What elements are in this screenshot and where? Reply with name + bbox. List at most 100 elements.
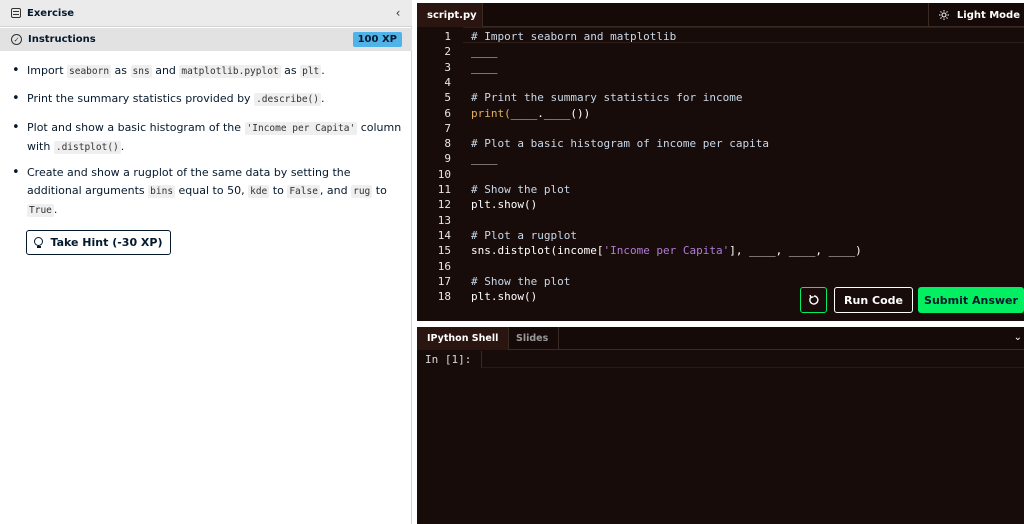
code-token: plt.show(): [471, 290, 538, 304]
code-token: # Import seaborn and matplotlib: [471, 30, 677, 43]
line-number: 2: [444, 45, 451, 59]
instruction-text: to: [269, 184, 288, 197]
instruction-text: and: [151, 64, 180, 77]
lightbulb-icon: [34, 236, 44, 249]
code-line[interactable]: ____: [471, 44, 498, 59]
inline-code: True: [27, 204, 54, 217]
chevron-down-icon[interactable]: ⌄: [1014, 332, 1022, 343]
line-number: 4: [444, 75, 451, 89]
line-number: 8: [444, 137, 451, 151]
line-number: 15: [437, 244, 451, 258]
line-number: 18: [437, 290, 451, 304]
ipython-shell: IPython Shell Slides ⌄ In [1]:: [417, 327, 1024, 524]
line-number: 14: [437, 228, 451, 242]
line-number: 13: [437, 213, 451, 227]
line-number: 1: [444, 30, 451, 43]
code-line[interactable]: print(____.____()): [471, 106, 590, 121]
code-line[interactable]: # Show the plot: [471, 182, 570, 197]
run-code-button[interactable]: Run Code: [834, 287, 913, 313]
inline-code: seaborn: [67, 65, 112, 78]
tab-ipython-shell[interactable]: IPython Shell: [417, 327, 510, 350]
code-token: ____: [471, 45, 498, 59]
sun-icon: [938, 10, 949, 20]
check-circle-icon: ✓: [11, 34, 22, 45]
collapse-panel-button[interactable]: ‹: [390, 4, 406, 22]
instruction-text: , and: [319, 184, 352, 197]
line-number: 16: [437, 259, 451, 273]
code-token: # Plot a basic histogram of income per c…: [471, 137, 770, 151]
code-token: ____: [471, 152, 498, 166]
line-number: 5: [444, 91, 451, 105]
code-token: # Show the plot: [471, 274, 571, 288]
shell-tabbar: IPython Shell Slides ⌄: [417, 327, 1024, 350]
exercise-title: Exercise: [27, 7, 75, 19]
code-line[interactable]: # Plot a rugplot: [471, 228, 577, 243]
code-line[interactable]: # Print the summary statistics for incom…: [471, 90, 743, 105]
code-line[interactable]: ____: [471, 151, 498, 166]
inline-code: plt: [300, 65, 322, 78]
code-line[interactable]: sns.distplot(income['Income per Capita']…: [471, 243, 862, 258]
submit-answer-button[interactable]: Submit Answer: [918, 287, 1024, 313]
take-hint-label: Take Hint (-30 XP): [50, 236, 163, 249]
inline-code: matplotlib.pyplot: [179, 65, 281, 78]
take-hint-button[interactable]: Take Hint (-30 XP): [26, 230, 171, 255]
inline-code: rug: [351, 185, 373, 198]
code-token: # Show the plot: [471, 183, 571, 196]
reset-icon: [808, 294, 819, 305]
instructions-header: ✓ Instructions 100 XP: [0, 28, 412, 51]
inline-code: sns: [130, 65, 152, 78]
instruction-text: Plot and show a basic histogram of the: [27, 121, 245, 134]
left-panel: Exercise ‹ ✓ Instructions 100 XP Import …: [0, 0, 412, 524]
instruction-text: as: [280, 64, 301, 77]
editor-tabbar: script.py Light Mode: [417, 3, 1024, 27]
code-token: ], ____, ____, ____): [729, 244, 862, 258]
code-token: ____.____: [510, 106, 571, 120]
inline-code: False: [287, 185, 320, 198]
instruction-text: .: [321, 64, 325, 77]
exercise-header: Exercise ‹: [0, 0, 412, 27]
tab-script-py[interactable]: script.py: [417, 3, 483, 27]
instruction-item: Import seaborn as sns and matplotlib.pyp…: [10, 62, 402, 81]
instruction-text: Import: [27, 64, 68, 77]
instruction-text: Print the summary statistics provided by: [27, 92, 255, 105]
code-editor: script.py Light Mode 1 # Import seaborn a…: [417, 3, 1024, 321]
line-number: 12: [437, 198, 451, 212]
instruction-item: Create and show a rugplot of the same da…: [10, 164, 402, 220]
inline-code: kde: [248, 185, 270, 198]
reset-button[interactable]: [800, 287, 827, 313]
instruction-text: equal to 50,: [175, 184, 249, 197]
light-mode-label: Light Mode: [956, 9, 1020, 21]
code-token: # Plot a rugplot: [471, 228, 577, 242]
inline-code: .describe(): [254, 93, 321, 106]
code-token: sns.distplot(income[: [471, 244, 604, 258]
code-line[interactable]: plt.show(): [471, 289, 537, 304]
code-token: 'Income per Capita': [603, 244, 730, 258]
instruction-text: to: [372, 184, 387, 197]
instruction-text: .: [53, 203, 58, 216]
shell-prompt: In [1]:: [425, 353, 472, 366]
code-line[interactable]: # Show the plot: [471, 274, 570, 289]
code-line[interactable]: # Import seaborn and matplotlib: [471, 29, 676, 44]
line-number: 9: [444, 152, 451, 166]
inline-code: .distplot(): [53, 141, 121, 154]
line-number: 10: [437, 167, 451, 181]
instruction-text: .: [120, 140, 125, 153]
inline-code: 'Income per Capita': [244, 122, 358, 135]
instructions-title: Instructions: [28, 34, 96, 45]
light-mode-toggle[interactable]: Light Mode: [927, 3, 1024, 27]
code-line[interactable]: ____: [471, 60, 498, 75]
instruction-item: Plot and show a basic histogram of the '…: [10, 119, 402, 157]
code-line[interactable]: plt.show(): [471, 197, 537, 212]
code-token: # Print the summary statistics for incom…: [471, 91, 743, 105]
tab-slides[interactable]: Slides: [506, 327, 560, 350]
line-number: 3: [444, 60, 451, 74]
code-token: plt.show(): [471, 198, 538, 212]
exercise-icon: [11, 8, 21, 18]
code-token: ____: [471, 60, 498, 74]
line-number: 17: [437, 274, 451, 288]
shell-input[interactable]: [481, 351, 1024, 368]
instruction-item: Print the summary statistics provided by…: [10, 90, 402, 109]
code-token: ()): [570, 106, 591, 120]
inline-code: bins: [148, 185, 176, 198]
code-line[interactable]: # Plot a basic histogram of income per c…: [471, 136, 769, 151]
